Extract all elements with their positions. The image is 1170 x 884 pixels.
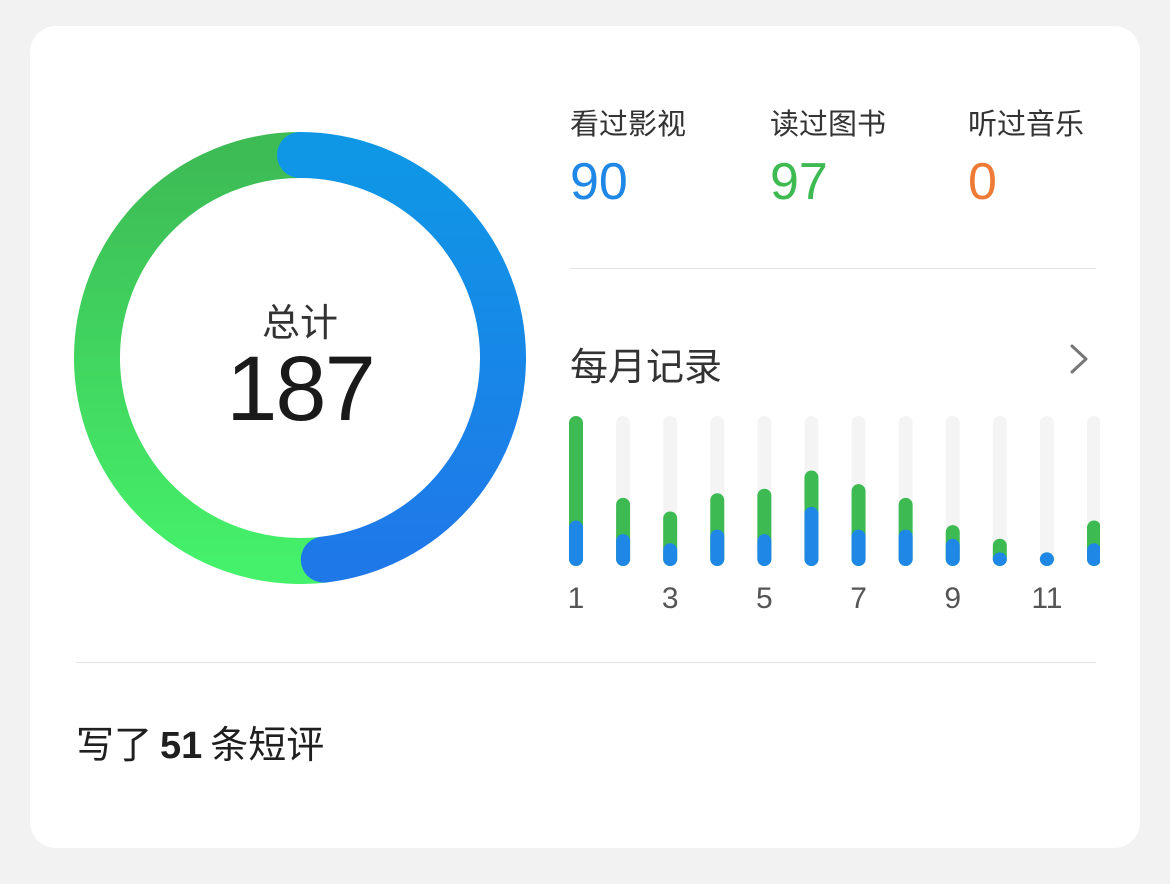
bar-movies-8 [898, 529, 913, 566]
reviews-suffix: 条短评 [210, 723, 325, 767]
x-tick-label: 11 [1031, 582, 1062, 615]
bar-movies-10 [992, 552, 1007, 566]
chevron-right-icon[interactable] [1066, 342, 1092, 376]
stat-movies[interactable]: 看过影视 90 [570, 106, 740, 214]
bar-track-11 [1039, 416, 1054, 566]
x-tick-label: 9 [944, 582, 961, 615]
bar-movies-7 [851, 529, 866, 566]
bar-movies-6 [804, 506, 819, 566]
donut-center: 总计 187 [74, 132, 526, 584]
bar-movies-12 [1087, 543, 1100, 566]
bottom-divider [76, 662, 1096, 663]
monthly-record-title[interactable]: 每月记录 [570, 336, 722, 391]
x-tick-label: 5 [756, 582, 773, 615]
stat-books-value: 97 [770, 153, 828, 211]
bar-movies-3 [663, 543, 678, 566]
x-tick-label: 1 [568, 582, 585, 615]
total-donut-chart: 总计 187 [74, 132, 526, 584]
x-tick-label: 3 [662, 582, 679, 615]
bar-movies-11 [1039, 552, 1054, 566]
stat-movies-label: 看过影视 [570, 107, 687, 141]
stat-movies-value: 90 [570, 153, 628, 211]
stats-divider [570, 268, 1096, 269]
stat-books[interactable]: 读过图书 97 [770, 106, 940, 214]
bar-movies-9 [945, 538, 960, 566]
bar-movies-5 [757, 534, 772, 566]
stat-books-label: 读过图书 [770, 107, 887, 141]
bar-movies-1 [569, 520, 583, 566]
reviews-summary[interactable]: 写了 51 条短评 [76, 714, 324, 769]
reviews-count: 51 [160, 725, 203, 767]
reviews-prefix: 写了 [76, 723, 153, 767]
stat-music[interactable]: 听过音乐 0 [968, 106, 1138, 214]
x-tick-label: 7 [850, 582, 867, 615]
stat-music-label: 听过音乐 [968, 107, 1085, 141]
total-value: 187 [226, 338, 376, 440]
monthly-bar-chart[interactable]: 1 3 5 7 9 11 [560, 406, 1100, 616]
category-stats: 看过影视 90 读过图书 97 听过音乐 0 [570, 106, 1096, 216]
stat-music-value: 0 [968, 153, 997, 211]
stats-card: 总计 187 看过影视 90 读过图书 97 听过音乐 0 每月记录 13579… [30, 26, 1140, 848]
bar-movies-2 [616, 534, 631, 566]
bar-movies-4 [710, 529, 725, 566]
